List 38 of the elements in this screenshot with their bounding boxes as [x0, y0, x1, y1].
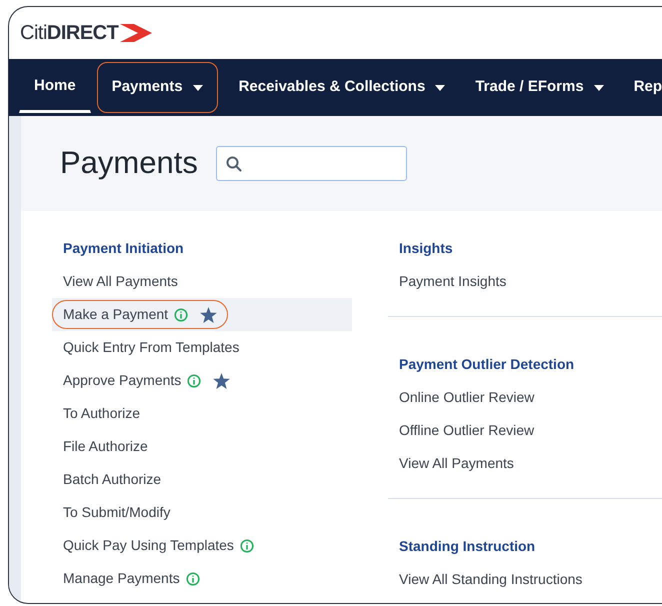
info-icon[interactable]: [240, 538, 254, 552]
search-icon: [226, 156, 242, 172]
menu-link[interactable]: Offline Outlier Review: [388, 414, 546, 447]
section-heading: Payment Initiation: [62, 238, 185, 258]
menu-link[interactable]: Online Outlier Review: [388, 381, 546, 414]
info-icon[interactable]: [187, 374, 202, 388]
nav-tab[interactable]: Payments: [96, 62, 218, 113]
caret-icon: [435, 84, 446, 90]
menu-link[interactable]: File Authorize: [52, 432, 159, 461]
star-icon[interactable]: [200, 306, 218, 322]
caret-icon: [594, 84, 604, 90]
menu-link[interactable]: View All Standing Instructions: [388, 563, 594, 596]
page-title: Payments: [60, 144, 198, 182]
menu-link[interactable]: Manage Payments: [52, 564, 211, 593]
info-icon[interactable]: [174, 308, 188, 322]
menu-link[interactable]: Batch Authorize: [52, 465, 172, 494]
nav-tab[interactable]: Home: [19, 62, 91, 113]
logo-text: CitiDIRECT: [20, 21, 118, 46]
section-heading: Insights: [398, 238, 454, 258]
menu-link[interactable]: To Submit/Modify: [52, 498, 182, 527]
info-icon[interactable]: [186, 572, 200, 586]
search-field[interactable]: [216, 146, 407, 181]
menu-link[interactable]: Quick Pay Using Templates: [52, 531, 265, 560]
menu-link[interactable]: View All Payments: [52, 267, 189, 296]
section-heading: Standing Instruction: [398, 536, 536, 556]
menu-link[interactable]: Quick Entry From Templates: [52, 333, 250, 362]
section-heading: Payment Outlier Detection: [398, 354, 576, 374]
caret-icon: [192, 84, 203, 90]
menu-link[interactable]: Approve Payments: [52, 366, 242, 395]
nav-tab[interactable]: Receivables & Collections: [224, 62, 460, 113]
menu-link[interactable]: Make a Payment: [52, 300, 228, 329]
star-icon[interactable]: [213, 372, 230, 388]
menu-link[interactable]: View All Payments: [388, 447, 525, 480]
nav-tab[interactable]: Trade / EForms: [460, 62, 619, 113]
nav-tab[interactable]: Rep: [618, 62, 662, 113]
menu-link[interactable]: To Authorize: [52, 399, 152, 428]
chevron-icon: [120, 24, 152, 42]
menu-link[interactable]: Payment Insights: [388, 265, 518, 298]
